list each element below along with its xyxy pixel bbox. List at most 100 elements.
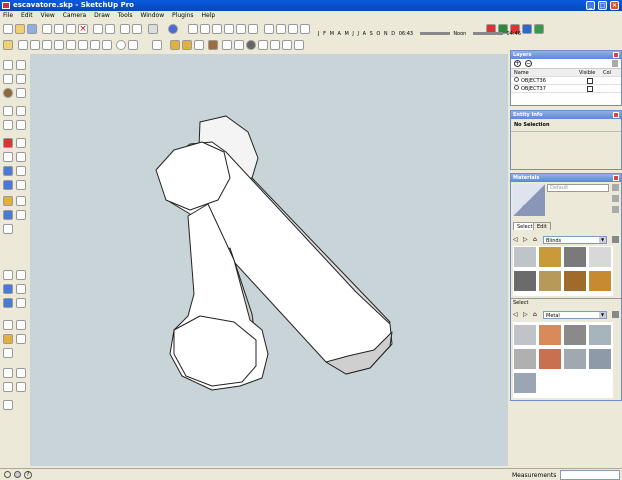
month-jan[interactable]: J: [318, 30, 319, 38]
line-icon[interactable]: [234, 40, 244, 50]
offset-icon[interactable]: [90, 40, 100, 50]
section-tool-icon[interactable]: [16, 334, 26, 344]
swatch[interactable]: [513, 246, 537, 268]
month-jul[interactable]: J: [358, 30, 359, 38]
freehand-tool-icon[interactable]: [3, 120, 13, 130]
box-3-icon[interactable]: [194, 40, 204, 50]
model-canvas[interactable]: [30, 54, 508, 466]
close-icon[interactable]: [613, 52, 619, 58]
layer-icon[interactable]: [522, 24, 532, 34]
menu-camera[interactable]: Camera: [60, 11, 90, 21]
wireframe-icon[interactable]: [276, 24, 286, 34]
paint-tool-icon[interactable]: [16, 120, 26, 130]
details-icon[interactable]: [612, 236, 619, 243]
month-apr[interactable]: A: [337, 30, 340, 38]
polygon-tool-icon[interactable]: [16, 106, 26, 116]
arc-tool-icon[interactable]: [16, 88, 26, 98]
details-icon[interactable]: [612, 311, 619, 318]
measurements-input[interactable]: [560, 470, 620, 480]
display-icon[interactable]: [534, 24, 544, 34]
back-arrow-icon[interactable]: ◁: [513, 236, 518, 243]
sandbox-icon[interactable]: [3, 348, 13, 358]
home-icon[interactable]: ⌂: [533, 311, 537, 318]
box-icon[interactable]: [170, 40, 180, 50]
details-icon[interactable]: [612, 60, 618, 67]
back-arrow-icon[interactable]: ◁: [513, 311, 518, 318]
scale-tool-icon[interactable]: [3, 166, 13, 176]
active-layer-radio[interactable]: [514, 77, 519, 82]
time-slider-2[interactable]: [472, 32, 503, 35]
section-plane-icon[interactable]: [168, 24, 178, 34]
menu-draw[interactable]: Draw: [91, 11, 113, 21]
forward-arrow-icon[interactable]: ▷: [523, 311, 528, 318]
erase-icon[interactable]: ×: [78, 24, 88, 34]
month-may[interactable]: M: [345, 30, 349, 38]
time-slider[interactable]: [419, 32, 450, 35]
layer-row[interactable]: OBJECT36: [511, 77, 621, 85]
polygon-icon[interactable]: [270, 40, 280, 50]
orbit-icon[interactable]: [116, 40, 126, 50]
month-feb[interactable]: F: [323, 30, 326, 38]
right-view-icon[interactable]: [224, 24, 234, 34]
3dtext-tool-icon[interactable]: [16, 210, 26, 220]
new-icon[interactable]: [3, 24, 13, 34]
drape-icon[interactable]: [3, 400, 13, 410]
swatch[interactable]: [513, 324, 537, 346]
home-icon[interactable]: ⌂: [533, 236, 537, 243]
swatch[interactable]: [563, 348, 587, 370]
zoom-extents-icon[interactable]: [16, 284, 26, 294]
create-material-icon[interactable]: [612, 184, 619, 191]
front-view-icon[interactable]: [212, 24, 222, 34]
move-icon[interactable]: [42, 40, 52, 50]
close-icon[interactable]: [613, 112, 619, 118]
zoom-tool-icon[interactable]: [16, 270, 26, 280]
swatch[interactable]: [588, 246, 612, 268]
swatch[interactable]: [538, 324, 562, 346]
save-icon[interactable]: [27, 24, 37, 34]
scale-icon[interactable]: [78, 40, 88, 50]
offset-tool-icon[interactable]: [16, 166, 26, 176]
walk-tool-icon[interactable]: [16, 320, 26, 330]
top-view-icon[interactable]: [200, 24, 210, 34]
paste-icon[interactable]: [66, 24, 76, 34]
menu-window[interactable]: Window: [137, 11, 167, 21]
tab-edit[interactable]: Edit: [533, 222, 551, 230]
circle-icon[interactable]: [246, 40, 256, 50]
swatch[interactable]: [513, 348, 537, 370]
move-tool-icon[interactable]: [3, 138, 13, 148]
rectangle-icon[interactable]: [222, 40, 232, 50]
redo-icon[interactable]: [105, 24, 115, 34]
print-icon[interactable]: [120, 24, 130, 34]
swatch[interactable]: [563, 324, 587, 346]
smoove-icon[interactable]: [3, 382, 13, 392]
menu-edit[interactable]: Edit: [18, 11, 36, 21]
box-2-icon[interactable]: [182, 40, 192, 50]
position-camera-icon[interactable]: [3, 320, 13, 330]
arc-icon[interactable]: [258, 40, 268, 50]
swatch[interactable]: [513, 270, 537, 292]
swatch[interactable]: [588, 270, 612, 292]
swatch[interactable]: [538, 270, 562, 292]
left-view-icon[interactable]: [248, 24, 258, 34]
dimension-tool-icon[interactable]: [16, 180, 26, 190]
pushpull-icon[interactable]: [294, 40, 304, 50]
sandbox-2-icon[interactable]: [16, 368, 26, 378]
undo-icon[interactable]: [93, 24, 103, 34]
col-name[interactable]: Name: [514, 70, 529, 76]
menu-view[interactable]: View: [38, 11, 58, 21]
default-material-icon[interactable]: [612, 195, 619, 202]
pan-icon[interactable]: [152, 40, 162, 50]
add-layer-icon[interactable]: +: [514, 60, 521, 67]
shaded-icon[interactable]: [300, 24, 310, 34]
walk-icon[interactable]: [148, 24, 158, 34]
circle-tool-icon[interactable]: [3, 88, 13, 98]
menu-help[interactable]: Help: [198, 11, 218, 21]
month-nov[interactable]: N: [384, 30, 388, 38]
next-view-icon[interactable]: [16, 298, 26, 308]
rotate-tool-icon[interactable]: [3, 152, 13, 162]
follow-me-icon[interactable]: [66, 40, 76, 50]
rectangle-tool-icon[interactable]: [3, 106, 13, 116]
text-tool-icon[interactable]: [16, 196, 26, 206]
active-layer-radio[interactable]: [514, 85, 519, 90]
month-sep[interactable]: S: [370, 30, 373, 38]
